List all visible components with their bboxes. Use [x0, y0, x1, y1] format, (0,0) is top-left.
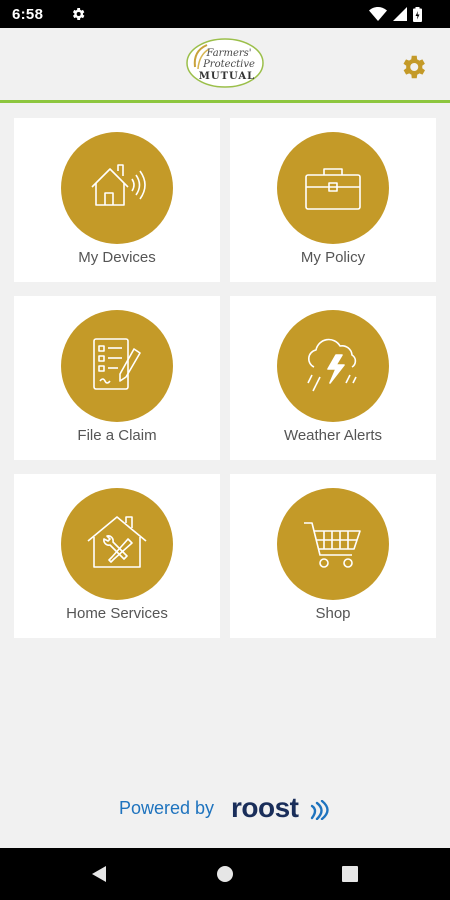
tile-icon-circle — [61, 132, 173, 244]
logo-line-3: MUTUAL — [199, 71, 255, 82]
roost-logo-text: roost — [231, 792, 299, 823]
tile-icon-circle — [61, 310, 173, 422]
tile-icon-circle — [277, 132, 389, 244]
tile-label: Shop — [315, 605, 351, 622]
tile-icon-circle — [277, 488, 389, 600]
smart-home-icon — [91, 164, 146, 206]
cellular-icon — [393, 7, 407, 21]
farmers-protective-mutual-logo: Farmers' Protective MUTUAL — [186, 38, 264, 88]
tile-label: My Policy — [300, 249, 366, 266]
tile-weather-alerts[interactable]: Weather Alerts — [230, 296, 436, 460]
logo-line-1: Farmers' — [205, 48, 251, 59]
claim-form-icon — [93, 338, 141, 390]
tile-shop[interactable]: Shop — [230, 474, 436, 638]
tile-label: My Devices — [78, 249, 156, 266]
tile-my-policy[interactable]: My Policy — [230, 118, 436, 282]
tile-label: File a Claim — [77, 427, 157, 444]
header-divider — [0, 100, 450, 103]
app-header: Farmers' Protective MUTUAL — [0, 28, 450, 103]
gear-icon — [403, 55, 425, 79]
wifi-icon — [369, 7, 387, 21]
tile-home-services[interactable]: Home Services — [14, 474, 220, 638]
logo-line-2: Protective — [202, 59, 255, 70]
status-time: 6:58 — [12, 6, 44, 23]
storm-cloud-icon — [307, 338, 357, 392]
tile-my-devices[interactable]: My Devices — [14, 118, 220, 282]
tile-file-a-claim[interactable]: File a Claim — [14, 296, 220, 460]
shopping-cart-icon — [304, 522, 361, 568]
powered-by-text: Powered by — [119, 798, 215, 818]
powered-by-footer: Powered by roost — [0, 790, 450, 830]
home-icon[interactable] — [213, 862, 237, 886]
tile-label: Home Services — [66, 605, 168, 622]
tile-icon-circle — [277, 310, 389, 422]
back-icon[interactable] — [88, 862, 112, 886]
home-tools-icon — [87, 516, 147, 568]
tile-icon-circle — [61, 488, 173, 600]
battery-icon — [413, 6, 422, 22]
briefcase-icon — [305, 168, 361, 210]
tile-label: Weather Alerts — [283, 427, 383, 444]
settings-button[interactable] — [396, 50, 430, 84]
roost-signal-icon — [310, 800, 329, 820]
navigation-bar — [0, 848, 450, 900]
recents-icon[interactable] — [338, 862, 362, 886]
status-bar: 6:58 — [0, 0, 450, 28]
settings-icon — [72, 8, 85, 20]
